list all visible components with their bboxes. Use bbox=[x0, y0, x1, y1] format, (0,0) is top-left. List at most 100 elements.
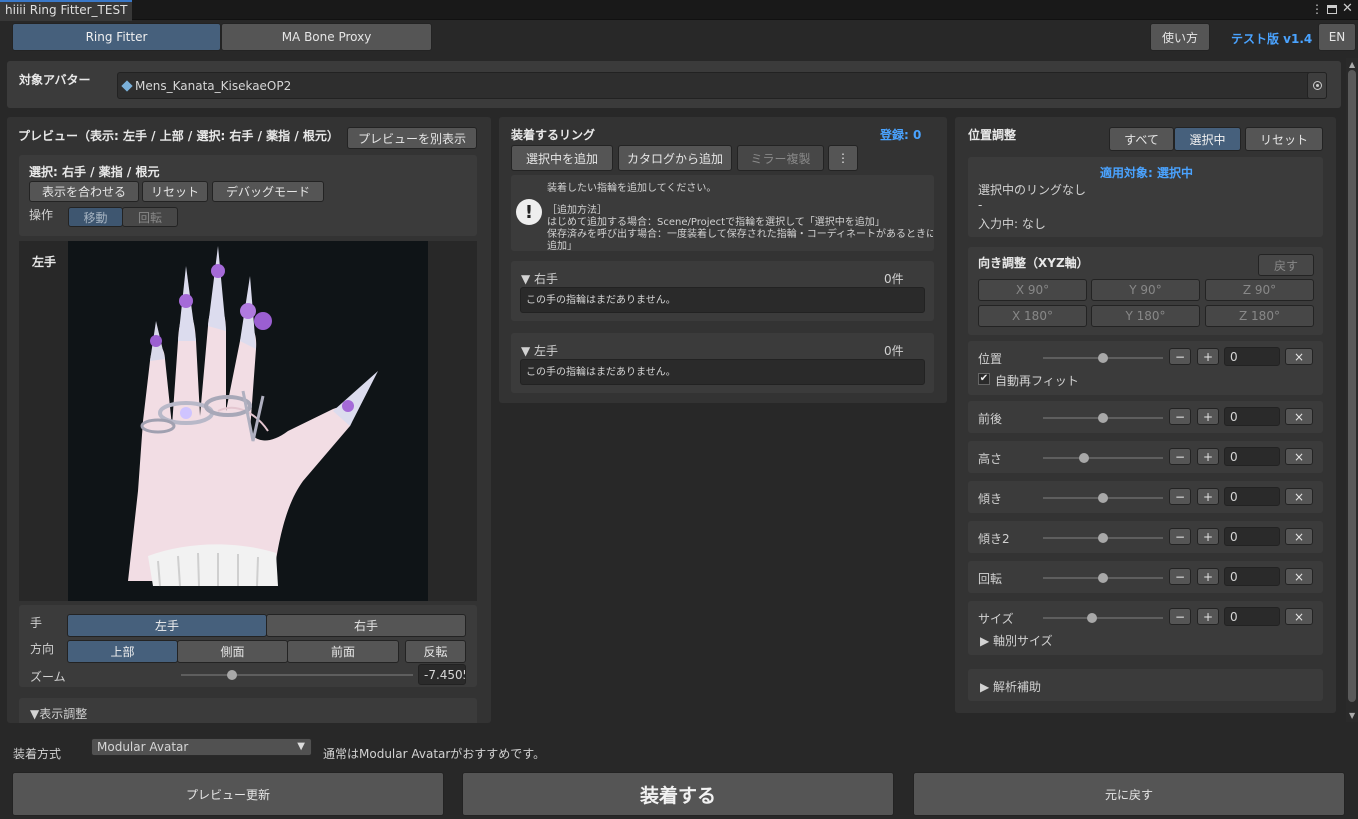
maximize-icon[interactable] bbox=[1327, 5, 1337, 14]
slider-thumb[interactable] bbox=[1098, 533, 1108, 543]
rot-z180-button[interactable]: Z 180° bbox=[1205, 305, 1314, 327]
target-all-button[interactable]: すべて bbox=[1109, 127, 1174, 151]
position-reset-button[interactable]: リセット bbox=[1245, 127, 1323, 151]
slider-value-field[interactable]: 0 bbox=[1224, 527, 1280, 546]
avatar-object-field[interactable]: Mens_Kanata_KisekaeOP2 bbox=[117, 72, 1327, 99]
object-picker-icon[interactable] bbox=[1307, 72, 1327, 99]
slider-label: 傾き2 bbox=[978, 532, 1010, 546]
increment-button[interactable]: + bbox=[1197, 348, 1219, 365]
tab-ma-bone-proxy[interactable]: MA Bone Proxy bbox=[221, 23, 432, 51]
zoom-slider-thumb[interactable] bbox=[227, 670, 237, 680]
rotate-mode-button[interactable]: 回転 bbox=[122, 207, 178, 227]
target-selected-button[interactable]: 選択中 bbox=[1174, 127, 1241, 151]
decrement-button[interactable]: − bbox=[1169, 408, 1191, 425]
tab-ring-fitter[interactable]: Ring Fitter bbox=[12, 23, 221, 51]
mirror-copy-button[interactable]: ミラー複製 bbox=[737, 145, 824, 171]
clear-button[interactable]: × bbox=[1285, 448, 1313, 465]
slider-value-field[interactable]: 0 bbox=[1224, 487, 1280, 506]
help-button[interactable]: 使い方 bbox=[1150, 23, 1210, 51]
slider-thumb[interactable] bbox=[1079, 453, 1089, 463]
decrement-button[interactable]: − bbox=[1169, 528, 1191, 545]
slider-value-field[interactable]: 0 bbox=[1224, 447, 1280, 466]
slider-track[interactable] bbox=[1043, 457, 1163, 459]
side-view-button[interactable]: 側面 bbox=[177, 640, 288, 663]
increment-button[interactable]: + bbox=[1197, 408, 1219, 425]
right-hand-button[interactable]: 右手 bbox=[266, 614, 466, 637]
increment-button[interactable]: + bbox=[1197, 528, 1219, 545]
slider-value-field[interactable]: 0 bbox=[1224, 347, 1280, 366]
revert-button[interactable]: 元に戻す bbox=[913, 772, 1345, 816]
scrollbar-up-icon[interactable]: ▲ bbox=[1349, 60, 1355, 69]
slider-thumb[interactable] bbox=[1098, 413, 1108, 423]
display-adjust-label[interactable]: ▼表示調整 bbox=[30, 705, 87, 722]
decrement-button[interactable]: − bbox=[1169, 448, 1191, 465]
increment-button[interactable]: + bbox=[1197, 488, 1219, 505]
right-hand-foldout[interactable]: ▼ 右手 bbox=[521, 270, 558, 287]
slider-thumb[interactable] bbox=[1098, 353, 1108, 363]
fit-view-button[interactable]: 表示を合わせる bbox=[29, 181, 139, 202]
close-icon[interactable]: ✕ bbox=[1342, 1, 1353, 16]
top-view-button[interactable]: 上部 bbox=[67, 640, 178, 663]
flip-button[interactable]: 反転 bbox=[405, 640, 466, 663]
slider-label: 位置 bbox=[978, 352, 1003, 366]
slider-track[interactable] bbox=[1043, 617, 1163, 619]
preview-update-button[interactable]: プレビュー更新 bbox=[12, 772, 444, 816]
rot-y90-button[interactable]: Y 90° bbox=[1091, 279, 1200, 301]
method-value: Modular Avatar bbox=[97, 740, 189, 754]
rot-z90-button[interactable]: Z 90° bbox=[1205, 279, 1314, 301]
scrollbar-thumb[interactable] bbox=[1348, 70, 1356, 702]
slider-label: 高さ bbox=[978, 452, 1003, 466]
rot-y180-button[interactable]: Y 180° bbox=[1091, 305, 1200, 327]
info-top-text: 装着したい指輪を追加してください。 bbox=[547, 183, 717, 194]
decrement-button[interactable]: − bbox=[1169, 608, 1191, 625]
slider-value-field[interactable]: 0 bbox=[1224, 407, 1280, 426]
slider-value-field[interactable]: 0 bbox=[1224, 567, 1280, 586]
decrement-button[interactable]: − bbox=[1169, 348, 1191, 365]
increment-button[interactable]: + bbox=[1197, 448, 1219, 465]
clear-button[interactable]: × bbox=[1285, 608, 1313, 625]
left-hand-button[interactable]: 左手 bbox=[67, 614, 267, 637]
clear-button[interactable]: × bbox=[1285, 488, 1313, 505]
slider-value-field[interactable]: 0 bbox=[1224, 607, 1280, 626]
slider-label: 前後 bbox=[978, 412, 1003, 426]
increment-button[interactable]: + bbox=[1197, 608, 1219, 625]
zoom-value-field[interactable]: -7.4505 bbox=[418, 664, 466, 685]
zoom-label: ズーム bbox=[30, 670, 66, 684]
apply-button[interactable]: 装着する bbox=[462, 772, 894, 816]
orientation-title: 向き調整（XYZ軸） bbox=[978, 256, 1089, 270]
rot-x90-button[interactable]: X 90° bbox=[978, 279, 1087, 301]
add-from-catalog-button[interactable]: カタログから追加 bbox=[618, 145, 732, 171]
preview-popout-button[interactable]: プレビューを別表示 bbox=[347, 127, 477, 149]
zoom-slider-track[interactable] bbox=[181, 674, 413, 676]
language-button[interactable]: EN bbox=[1318, 23, 1356, 51]
decrement-button[interactable]: − bbox=[1169, 568, 1191, 585]
render-area[interactable] bbox=[68, 241, 428, 601]
kebab-menu-icon[interactable]: ⋮ bbox=[1311, 2, 1323, 16]
more-options-button[interactable]: ⋮ bbox=[828, 145, 858, 171]
clear-button[interactable]: × bbox=[1285, 408, 1313, 425]
no-ring-label: 選択中のリングなし bbox=[978, 183, 1087, 197]
move-mode-button[interactable]: 移動 bbox=[68, 207, 123, 227]
slider-thumb[interactable] bbox=[1098, 493, 1108, 503]
debug-mode-button[interactable]: デバッグモード bbox=[212, 181, 324, 202]
display-adjust-foldout[interactable] bbox=[19, 698, 477, 723]
rot-x180-button[interactable]: X 180° bbox=[978, 305, 1087, 327]
method-dropdown[interactable]: Modular Avatar ▼ bbox=[91, 738, 312, 756]
clear-button[interactable]: × bbox=[1285, 568, 1313, 585]
orientation-back-button[interactable]: 戻す bbox=[1258, 254, 1314, 276]
auto-refit-checkbox[interactable]: ✔ bbox=[978, 373, 990, 385]
front-view-button[interactable]: 前面 bbox=[287, 640, 399, 663]
clear-button[interactable]: × bbox=[1285, 528, 1313, 545]
decrement-button[interactable]: − bbox=[1169, 488, 1191, 505]
preview-reset-button[interactable]: リセット bbox=[142, 181, 208, 202]
clear-button[interactable]: × bbox=[1285, 348, 1313, 365]
left-hand-foldout[interactable]: ▼ 左手 bbox=[521, 342, 558, 359]
add-selected-button[interactable]: 選択中を追加 bbox=[511, 145, 613, 171]
scrollbar-down-icon[interactable]: ▼ bbox=[1349, 711, 1355, 720]
analysis-label[interactable]: ▶ 解析補助 bbox=[980, 678, 1041, 695]
hand-render bbox=[128, 246, 378, 587]
increment-button[interactable]: + bbox=[1197, 568, 1219, 585]
slider-thumb[interactable] bbox=[1087, 613, 1097, 623]
slider-thumb[interactable] bbox=[1098, 573, 1108, 583]
axis-size-foldout[interactable]: ▶ 軸別サイズ bbox=[980, 632, 1053, 649]
